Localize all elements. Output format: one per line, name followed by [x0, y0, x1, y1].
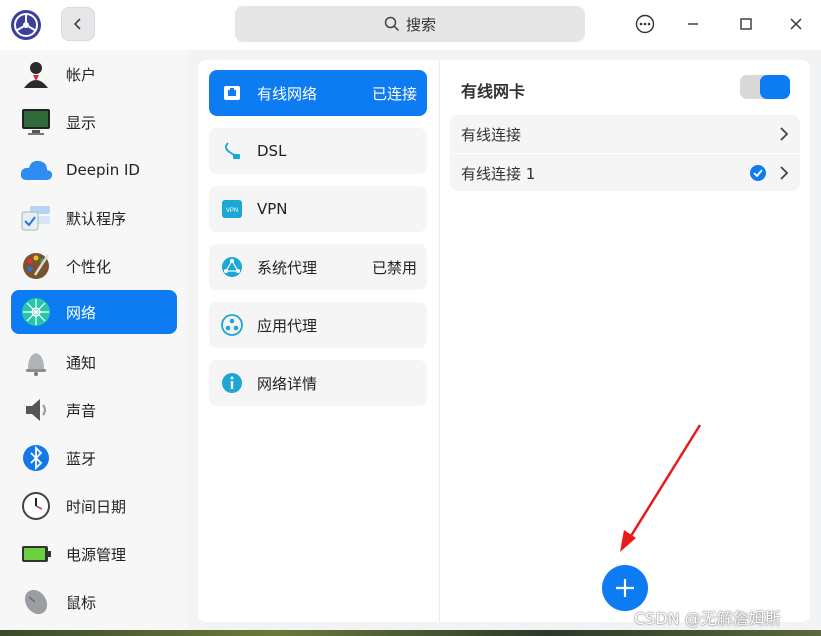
close-button[interactable]: [782, 10, 810, 38]
network-item-app-proxy[interactable]: 应用代理: [209, 302, 427, 348]
sidebar-item-label: 电源管理: [66, 545, 127, 564]
battery-icon: [19, 537, 53, 571]
sidebar-item-label: 网络: [66, 303, 97, 322]
chevron-right-icon[interactable]: [778, 165, 790, 181]
sidebar-item-label: 通知: [66, 353, 97, 372]
sidebar-item-accounts[interactable]: 帐户: [11, 52, 177, 96]
sidebar-item-label: Deepin ID: [66, 161, 140, 179]
vpn-icon: VPN: [221, 198, 243, 220]
connection-row-0[interactable]: 有线连接: [450, 115, 800, 153]
control-center-logo-icon: [11, 10, 41, 40]
sidebar-item-datetime[interactable]: 时间日期: [11, 484, 177, 528]
sidebar-item-bluetooth[interactable]: 蓝牙: [11, 436, 177, 480]
network-item-label: DSL: [257, 142, 287, 160]
network-item-label: 有线网络: [257, 84, 318, 103]
sidebar-item-power[interactable]: 电源管理: [11, 532, 177, 576]
annotation-arrow-icon: [620, 424, 702, 552]
network-icon: [19, 295, 53, 329]
bell-icon: [19, 345, 53, 379]
close-icon: [790, 18, 802, 30]
search-icon: [384, 16, 400, 32]
sidebar-item-label: 声音: [66, 401, 97, 420]
sidebar-item-label: 蓝牙: [66, 449, 97, 468]
sidebar-item-label: 帐户: [66, 65, 97, 84]
title-bar: 搜索: [0, 0, 821, 50]
back-button[interactable]: [61, 7, 95, 41]
user-avatar-icon: [19, 57, 53, 91]
info-icon: [221, 372, 243, 394]
network-item-vpn[interactable]: VPN VPN: [209, 186, 427, 232]
sidebar-item-label: 个性化: [66, 257, 112, 276]
connection-label: 有线连接: [461, 125, 522, 144]
maximize-button[interactable]: [732, 10, 760, 38]
app-proxy-icon: [221, 314, 243, 336]
palette-icon: [19, 249, 53, 283]
connection-list: 有线连接 有线连接 1: [450, 115, 800, 191]
network-item-label: 网络详情: [257, 374, 318, 393]
search-placeholder: 搜索: [405, 15, 436, 34]
sidebar-item-label: 默认程序: [66, 209, 127, 228]
network-item-wired[interactable]: 有线网络 已连接: [209, 70, 427, 116]
search-input[interactable]: 搜索: [235, 6, 585, 42]
connection-label: 有线连接 1: [461, 164, 536, 183]
connection-row-1[interactable]: 有线连接 1: [450, 154, 800, 191]
speaker-icon: [19, 393, 53, 427]
maximize-icon: [740, 18, 752, 30]
sidebar-item-mouse[interactable]: 鼠标: [11, 580, 177, 624]
dsl-icon: [221, 140, 243, 162]
desktop-wallpaper-strip: [0, 630, 821, 636]
minimize-icon: [688, 23, 698, 25]
network-item-dsl[interactable]: DSL: [209, 128, 427, 174]
sidebar-item-display[interactable]: 显示: [11, 100, 177, 144]
sidebar-item-personalization[interactable]: 个性化: [11, 244, 177, 288]
network-item-label: 应用代理: [257, 316, 318, 335]
default-apps-icon: [19, 201, 53, 235]
cloud-icon: [19, 153, 53, 187]
chevron-right-icon[interactable]: [778, 126, 790, 142]
network-item-system-proxy[interactable]: 系统代理 已禁用: [209, 244, 427, 290]
sidebar-item-sound[interactable]: 声音: [11, 388, 177, 432]
more-options-icon: [635, 14, 655, 34]
toggle-knob: [760, 75, 790, 99]
network-item-status: 已禁用: [371, 258, 417, 277]
vpn-badge-text: VPN: [226, 208, 238, 214]
checkmark-icon: [750, 165, 766, 181]
network-item-label: 系统代理: [257, 258, 318, 277]
sidebar-item-default-apps[interactable]: 默认程序: [11, 196, 177, 240]
sidebar-item-label: 鼠标: [66, 593, 97, 612]
network-item-details[interactable]: 网络详情: [209, 360, 427, 406]
network-item-label: VPN: [257, 200, 288, 218]
wired-adapter-title: 有线网卡: [461, 82, 526, 101]
sidebar-item-label: 时间日期: [66, 497, 127, 516]
proxy-icon: [221, 256, 243, 278]
wired-adapter-toggle[interactable]: [740, 75, 790, 99]
plus-icon: [616, 579, 634, 597]
monitor-icon: [19, 105, 53, 139]
sidebar: 帐户 显示 Deepin ID 默认程序 个性化 网络 通知 声音 蓝牙 时间日…: [0, 50, 188, 636]
chevron-left-icon: [73, 18, 81, 30]
network-item-status: 已连接: [371, 84, 417, 103]
minimize-button[interactable]: [679, 10, 707, 38]
menu-button[interactable]: [631, 10, 659, 38]
sidebar-item-network[interactable]: 网络: [11, 290, 177, 334]
clock-icon: [19, 489, 53, 523]
mouse-icon: [19, 585, 53, 619]
panel-divider: [439, 60, 440, 622]
watermark: CSDN @无解詹姆斯: [634, 609, 781, 628]
sidebar-item-deepin-id[interactable]: Deepin ID: [11, 148, 177, 192]
sidebar-item-label: 显示: [66, 113, 97, 132]
sidebar-item-notifications[interactable]: 通知: [11, 340, 177, 384]
wired-network-icon: [221, 82, 243, 104]
bluetooth-icon: [19, 441, 53, 475]
